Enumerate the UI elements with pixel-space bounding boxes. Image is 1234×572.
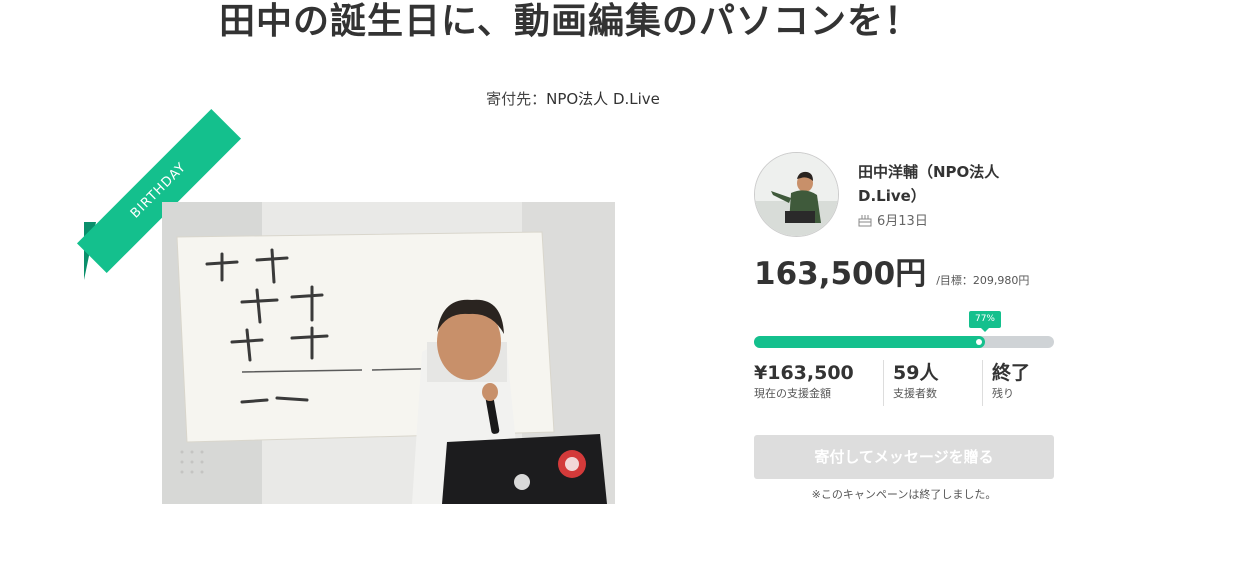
stat-label: 残り (992, 387, 1014, 400)
owner-birthday: 6月13日 (877, 214, 928, 229)
percent-badge: 77% (969, 311, 1001, 332)
campaign-title: 田中の誕生日に、動画編集のパソコンを！ (219, 1, 921, 42)
stats-row: ¥163,500 現在の支援金額 59人 支援者数 終了 残り (754, 360, 1054, 406)
progress-bar (754, 336, 1054, 348)
beneficiary-link[interactable]: NPO法人 D.Live (546, 90, 660, 108)
raised-amount: 163,500円 (754, 256, 927, 292)
cake-icon (858, 214, 872, 226)
campaign-ended-note: ※このキャンペーンは終了しました。 (811, 488, 997, 501)
stat-value: ¥163,500 (754, 362, 854, 384)
stat-label: 現在の支援金額 (754, 387, 831, 400)
stat-supporters: 59人 支援者数 (883, 360, 982, 406)
owner-name[interactable]: 田中洋輔（NPO法人 D.Live） (858, 160, 1048, 208)
campaign-photo (162, 202, 615, 504)
goal-amount: /目標：209,980円 (936, 274, 1030, 287)
beneficiary-prefix: 寄付先： (486, 90, 547, 108)
beneficiary-line: 寄付先：NPO法人 D.Live (0, 88, 1146, 109)
stat-label: 支援者数 (893, 387, 937, 400)
photo-illustration (162, 202, 615, 504)
avatar-illustration (755, 153, 838, 236)
stat-remaining: 終了 残り (982, 360, 1054, 406)
stat-raised: ¥163,500 現在の支援金額 (754, 360, 883, 406)
donate-button[interactable]: 寄付してメッセージを贈る (754, 435, 1054, 479)
progress-fill (754, 336, 985, 348)
progress-knob (976, 339, 982, 345)
funding-summary: 163,500円 /目標：209,980円 (754, 254, 1029, 294)
owner-avatar[interactable] (754, 152, 839, 237)
owner-birthday-row: 6月13日 (858, 210, 928, 229)
stat-value: 終了 (992, 362, 1031, 384)
stat-value: 59人 (893, 362, 939, 384)
